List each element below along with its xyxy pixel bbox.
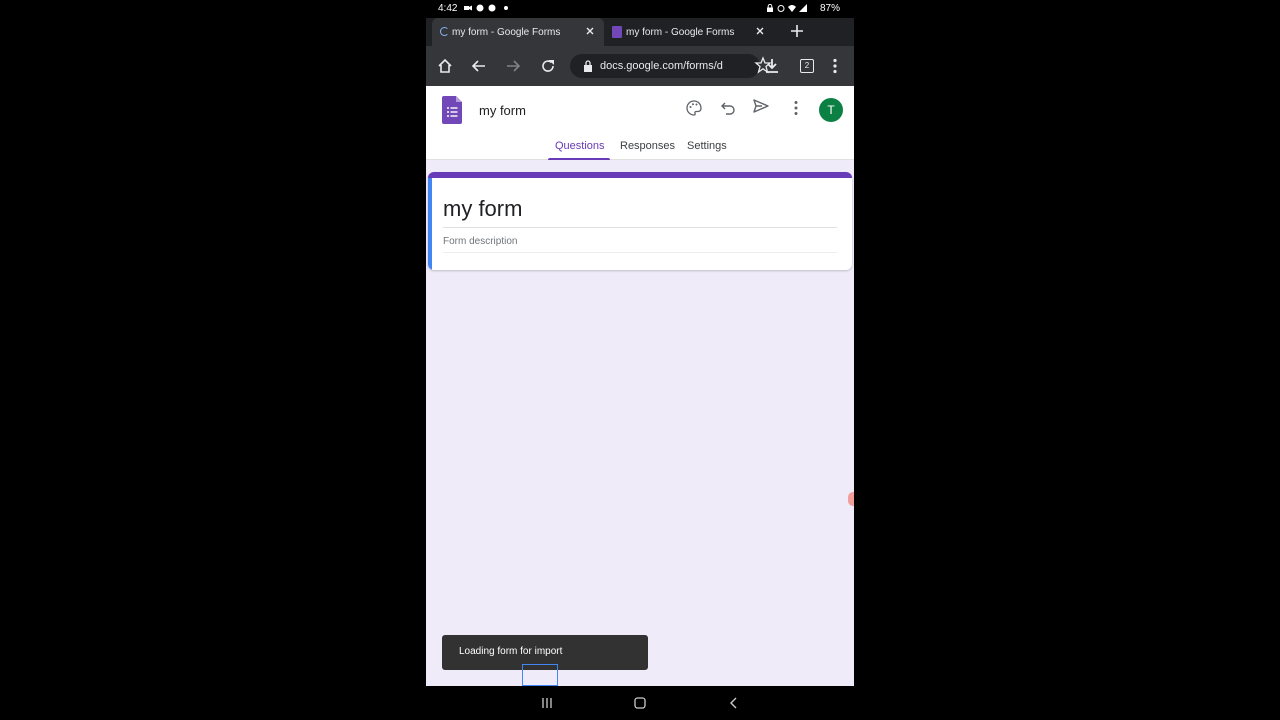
snackbar-message: Loading form for import <box>459 646 563 657</box>
lock-icon <box>584 60 592 72</box>
form-description-field[interactable]: Form description <box>443 236 517 247</box>
status-time: 4:42 <box>438 3 458 14</box>
tab-questions[interactable]: Questions <box>555 140 605 152</box>
avatar[interactable]: T <box>819 98 843 122</box>
browser-toolbar: docs.google.com/forms/d 2 <box>426 46 854 86</box>
tab-settings[interactable]: Settings <box>687 140 727 152</box>
address-bar-url: docs.google.com/forms/d <box>600 60 723 72</box>
browser-tab-title: my form - Google Forms <box>626 26 735 38</box>
new-tab-icon[interactable] <box>790 24 804 38</box>
palette-icon[interactable] <box>685 99 703 117</box>
back-nav-icon[interactable] <box>727 696 741 710</box>
recent-apps-icon[interactable] <box>540 696 554 710</box>
battery-percent: 87% <box>819 3 840 14</box>
android-nav-bar <box>426 686 854 720</box>
browser-tab-title: my form - Google Forms <box>452 26 561 38</box>
tab-responses[interactable]: Responses <box>620 140 675 152</box>
divider <box>443 227 837 228</box>
forms-header: my form T Questions Responses Settings <box>426 86 854 160</box>
alarm-icon <box>777 5 785 12</box>
more-vert-icon[interactable] <box>787 99 805 117</box>
close-icon[interactable] <box>584 25 596 37</box>
form-name[interactable]: my form <box>479 103 526 118</box>
status-bar: 4:42 87% <box>426 0 854 18</box>
download-icon[interactable] <box>763 57 781 75</box>
form-title[interactable]: my form <box>443 196 522 222</box>
more-notifications-dot-icon <box>504 6 508 10</box>
home-icon[interactable] <box>436 57 454 75</box>
google-forms-favicon-icon <box>612 26 622 38</box>
back-icon[interactable] <box>470 57 488 75</box>
reload-icon[interactable] <box>539 57 557 75</box>
tab-switcher-button[interactable]: 2 <box>800 59 814 73</box>
close-icon[interactable] <box>754 25 766 37</box>
loading-spinner-icon <box>440 27 449 36</box>
phone-screen: 4:42 87% my form - Google Forms my form … <box>426 0 854 720</box>
app-notification-icon <box>476 4 484 12</box>
wifi-icon <box>788 5 796 12</box>
app-notification-icon <box>488 4 496 12</box>
web-page: my form T Questions Responses Settings m… <box>426 86 854 686</box>
touch-highlight <box>522 664 558 686</box>
forward-icon[interactable] <box>504 57 522 75</box>
browser-tab-strip: my form - Google Forms my form - Google … <box>426 18 854 46</box>
more-vert-icon[interactable] <box>826 57 844 75</box>
scroll-handle[interactable] <box>848 492 854 506</box>
active-tab-indicator <box>548 158 610 160</box>
browser-tab[interactable]: my form - Google Forms <box>606 18 774 46</box>
home-nav-icon[interactable] <box>633 696 647 710</box>
signal-icon <box>799 4 807 12</box>
undo-icon[interactable] <box>719 99 737 117</box>
send-icon[interactable] <box>752 97 770 115</box>
address-bar[interactable]: docs.google.com/forms/d <box>570 54 772 78</box>
focus-indicator-bar <box>428 178 432 270</box>
video-icon <box>464 5 472 11</box>
divider <box>443 252 837 253</box>
form-title-card[interactable]: my form Form description <box>428 172 852 270</box>
lock-status-icon <box>767 4 773 12</box>
google-forms-logo-icon <box>442 96 462 124</box>
browser-tab[interactable]: my form - Google Forms <box>432 18 604 46</box>
